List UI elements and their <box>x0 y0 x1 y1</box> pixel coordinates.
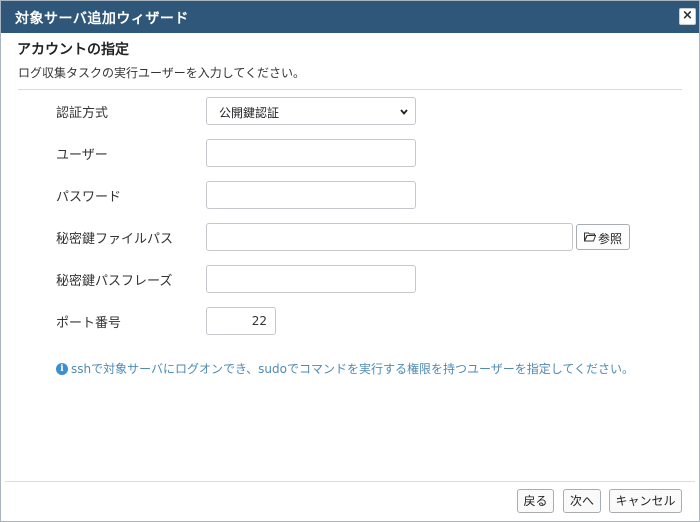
folder-open-icon <box>584 232 596 242</box>
title-bar: 対象サーバ追加ウィザード × <box>1 1 699 33</box>
back-button[interactable]: 戻る <box>517 489 554 513</box>
info-message: i sshで対象サーバにログオンでき、sudoでコマンドを実行する権限を持つユー… <box>56 361 636 378</box>
private-key-path-input[interactable] <box>206 223 573 251</box>
footer-divider <box>5 481 695 482</box>
password-label: パスワード <box>56 190 122 205</box>
password-input[interactable] <box>206 181 416 209</box>
user-label: ユーザー <box>56 148 108 163</box>
auth-method-label: 認証方式 <box>56 106 109 121</box>
next-button[interactable]: 次へ <box>563 489 601 513</box>
browse-label: 参照 <box>598 232 623 246</box>
info-icon: i <box>56 363 68 375</box>
passphrase-label: 秘密鍵パスフレーズ <box>56 274 173 289</box>
chevron-down-icon <box>400 109 408 115</box>
browse-button[interactable]: 参照 <box>576 224 630 250</box>
port-input[interactable] <box>206 307 276 335</box>
wizard-dialog: 対象サーバ追加ウィザード × アカウントの指定 ログ収集タスクの実行ユーザーを入… <box>0 0 700 522</box>
private-key-path-label: 秘密鍵ファイルパス <box>56 232 174 247</box>
close-icon: × <box>682 8 693 23</box>
section-title: アカウントの指定 <box>17 42 129 58</box>
passphrase-input[interactable] <box>206 265 416 293</box>
header-divider <box>18 89 682 90</box>
user-input[interactable] <box>206 139 416 167</box>
auth-method-select[interactable]: 公開鍵認証 <box>206 97 416 125</box>
cancel-button[interactable]: キャンセル <box>609 489 682 513</box>
auth-method-value: 公開鍵認証 <box>219 106 280 120</box>
info-text: sshで対象サーバにログオンでき、sudoでコマンドを実行する権限を持つユーザー… <box>71 362 635 376</box>
section-description: ログ収集タスクの実行ユーザーを入力してください。 <box>18 66 306 80</box>
close-button[interactable]: × <box>679 8 696 25</box>
dialog-title: 対象サーバ追加ウィザード <box>15 11 189 27</box>
port-label: ポート番号 <box>56 316 122 331</box>
